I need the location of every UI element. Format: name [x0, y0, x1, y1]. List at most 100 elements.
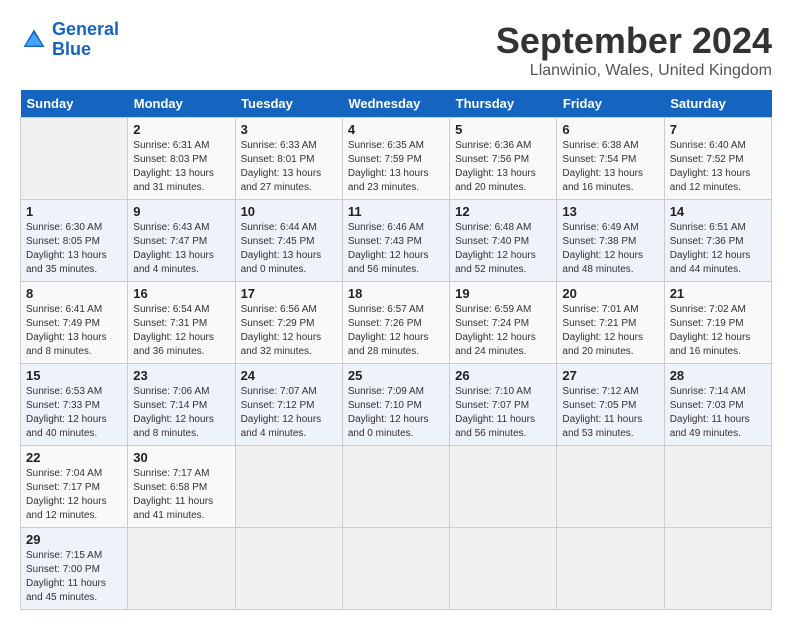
calendar-cell: 19 Sunrise: 6:59 AM Sunset: 7:24 PM Dayli…	[450, 282, 557, 364]
logo-icon	[20, 26, 48, 54]
day-detail: Sunrise: 6:38 AM Sunset: 7:54 PM Dayligh…	[562, 139, 658, 195]
day-number: 22	[26, 450, 122, 465]
day-number: 27	[562, 368, 658, 383]
page-header: General Blue September 2024 Llanwinio, W…	[20, 20, 772, 80]
day-detail: Sunrise: 6:51 AM Sunset: 7:36 PM Dayligh…	[670, 221, 766, 277]
day-detail: Sunrise: 7:06 AM Sunset: 7:14 PM Dayligh…	[133, 385, 229, 441]
calendar-cell: 3 Sunrise: 6:33 AM Sunset: 8:01 PM Daylig…	[235, 118, 342, 200]
calendar-cell	[450, 446, 557, 528]
day-detail: Sunrise: 7:14 AM Sunset: 7:03 PM Dayligh…	[670, 385, 766, 441]
day-number: 10	[241, 204, 337, 219]
calendar-cell: 15Sunrise: 6:53 AM Sunset: 7:33 PM Dayli…	[21, 364, 128, 446]
col-header-saturday: Saturday	[664, 90, 771, 118]
day-number: 1	[26, 204, 122, 219]
day-number: 8	[26, 286, 122, 301]
location-title: Llanwinio, Wales, United Kingdom	[496, 62, 772, 80]
day-number: 9	[133, 204, 229, 219]
day-detail: Sunrise: 7:15 AM Sunset: 7:00 PM Dayligh…	[26, 549, 122, 605]
calendar-cell: 11 Sunrise: 6:46 AM Sunset: 7:43 PM Dayli…	[342, 200, 449, 282]
day-number: 29	[26, 532, 122, 547]
calendar-cell	[128, 528, 235, 610]
col-header-wednesday: Wednesday	[342, 90, 449, 118]
calendar-cell: 13Sunrise: 6:49 AM Sunset: 7:38 PM Dayli…	[557, 200, 664, 282]
col-header-friday: Friday	[557, 90, 664, 118]
calendar-cell: 22 Sunrise: 7:04 AM Sunset: 7:17 PM Dayli…	[21, 446, 128, 528]
day-detail: Sunrise: 7:01 AM Sunset: 7:21 PM Dayligh…	[562, 303, 658, 359]
calendar-week-1: 2 Sunrise: 6:31 AM Sunset: 8:03 PM Daylig…	[21, 118, 772, 200]
day-detail: Sunrise: 6:59 AM Sunset: 7:24 PM Dayligh…	[455, 303, 551, 359]
day-number: 26	[455, 368, 551, 383]
day-detail: Sunrise: 7:02 AM Sunset: 7:19 PM Dayligh…	[670, 303, 766, 359]
day-detail: Sunrise: 6:33 AM Sunset: 8:01 PM Dayligh…	[241, 139, 337, 195]
day-number: 24	[241, 368, 337, 383]
day-number: 28	[670, 368, 766, 383]
calendar-cell: 17 Sunrise: 6:56 AM Sunset: 7:29 PM Dayli…	[235, 282, 342, 364]
day-number: 30	[133, 450, 229, 465]
calendar-cell	[450, 528, 557, 610]
day-detail: Sunrise: 7:04 AM Sunset: 7:17 PM Dayligh…	[26, 467, 122, 523]
calendar-cell: 7 Sunrise: 6:40 AM Sunset: 7:52 PM Daylig…	[664, 118, 771, 200]
day-number: 17	[241, 286, 337, 301]
day-detail: Sunrise: 6:49 AM Sunset: 7:38 PM Dayligh…	[562, 221, 658, 277]
day-detail: Sunrise: 7:09 AM Sunset: 7:10 PM Dayligh…	[348, 385, 444, 441]
day-detail: Sunrise: 7:12 AM Sunset: 7:05 PM Dayligh…	[562, 385, 658, 441]
day-number: 14	[670, 204, 766, 219]
month-title: September 2024	[496, 20, 772, 62]
day-detail: Sunrise: 6:54 AM Sunset: 7:31 PM Dayligh…	[133, 303, 229, 359]
col-header-sunday: Sunday	[21, 90, 128, 118]
day-detail: Sunrise: 6:43 AM Sunset: 7:47 PM Dayligh…	[133, 221, 229, 277]
day-number: 19	[455, 286, 551, 301]
day-number: 16	[133, 286, 229, 301]
calendar-cell: 28 Sunrise: 7:14 AM Sunset: 7:03 PM Dayli…	[664, 364, 771, 446]
calendar-cell: 5 Sunrise: 6:36 AM Sunset: 7:56 PM Daylig…	[450, 118, 557, 200]
day-detail: Sunrise: 6:56 AM Sunset: 7:29 PM Dayligh…	[241, 303, 337, 359]
day-number: 23	[133, 368, 229, 383]
day-number: 18	[348, 286, 444, 301]
calendar-cell	[557, 528, 664, 610]
calendar-cell	[664, 528, 771, 610]
day-detail: Sunrise: 6:36 AM Sunset: 7:56 PM Dayligh…	[455, 139, 551, 195]
calendar-cell: 25 Sunrise: 7:09 AM Sunset: 7:10 PM Dayli…	[342, 364, 449, 446]
calendar-cell: 9 Sunrise: 6:43 AM Sunset: 7:47 PM Daylig…	[128, 200, 235, 282]
day-number: 11	[348, 204, 444, 219]
day-detail: Sunrise: 6:31 AM Sunset: 8:03 PM Dayligh…	[133, 139, 229, 195]
col-header-tuesday: Tuesday	[235, 90, 342, 118]
day-number: 25	[348, 368, 444, 383]
calendar-week-3: 8Sunrise: 6:41 AM Sunset: 7:49 PM Daylig…	[21, 282, 772, 364]
day-detail: Sunrise: 6:48 AM Sunset: 7:40 PM Dayligh…	[455, 221, 551, 277]
calendar-cell: 2 Sunrise: 6:31 AM Sunset: 8:03 PM Daylig…	[128, 118, 235, 200]
day-number: 2	[133, 122, 229, 137]
calendar-week-4: 15Sunrise: 6:53 AM Sunset: 7:33 PM Dayli…	[21, 364, 772, 446]
day-number: 5	[455, 122, 551, 137]
calendar-cell: 6Sunrise: 6:38 AM Sunset: 7:54 PM Daylig…	[557, 118, 664, 200]
calendar-cell: 10Sunrise: 6:44 AM Sunset: 7:45 PM Dayli…	[235, 200, 342, 282]
day-detail: Sunrise: 6:46 AM Sunset: 7:43 PM Dayligh…	[348, 221, 444, 277]
day-number: 20	[562, 286, 658, 301]
calendar-cell: 1Sunrise: 6:30 AM Sunset: 8:05 PM Daylig…	[21, 200, 128, 282]
calendar-cell: 23 Sunrise: 7:06 AM Sunset: 7:14 PM Dayli…	[128, 364, 235, 446]
day-number: 7	[670, 122, 766, 137]
calendar-cell: 29 Sunrise: 7:15 AM Sunset: 7:00 PM Dayli…	[21, 528, 128, 610]
calendar-cell: 21Sunrise: 7:02 AM Sunset: 7:19 PM Dayli…	[664, 282, 771, 364]
calendar-cell	[235, 528, 342, 610]
calendar-table: SundayMondayTuesdayWednesdayThursdayFrid…	[20, 90, 772, 610]
calendar-cell: 18 Sunrise: 6:57 AM Sunset: 7:26 PM Dayli…	[342, 282, 449, 364]
calendar-cell	[664, 446, 771, 528]
calendar-week-2: 1Sunrise: 6:30 AM Sunset: 8:05 PM Daylig…	[21, 200, 772, 282]
day-detail: Sunrise: 7:17 AM Sunset: 6:58 PM Dayligh…	[133, 467, 229, 523]
calendar-cell: 8Sunrise: 6:41 AM Sunset: 7:49 PM Daylig…	[21, 282, 128, 364]
calendar-cell	[342, 528, 449, 610]
col-header-monday: Monday	[128, 90, 235, 118]
day-number: 3	[241, 122, 337, 137]
calendar-cell: 30 Sunrise: 7:17 AM Sunset: 6:58 PM Dayli…	[128, 446, 235, 528]
day-number: 4	[348, 122, 444, 137]
day-number: 15	[26, 368, 122, 383]
calendar-cell: 4Sunrise: 6:35 AM Sunset: 7:59 PM Daylig…	[342, 118, 449, 200]
calendar-cell: 12Sunrise: 6:48 AM Sunset: 7:40 PM Dayli…	[450, 200, 557, 282]
calendar-cell: 26Sunrise: 7:10 AM Sunset: 7:07 PM Dayli…	[450, 364, 557, 446]
day-detail: Sunrise: 6:40 AM Sunset: 7:52 PM Dayligh…	[670, 139, 766, 195]
calendar-cell: 24Sunrise: 7:07 AM Sunset: 7:12 PM Dayli…	[235, 364, 342, 446]
calendar-cell	[235, 446, 342, 528]
logo-text: General Blue	[52, 20, 119, 60]
day-detail: Sunrise: 6:57 AM Sunset: 7:26 PM Dayligh…	[348, 303, 444, 359]
